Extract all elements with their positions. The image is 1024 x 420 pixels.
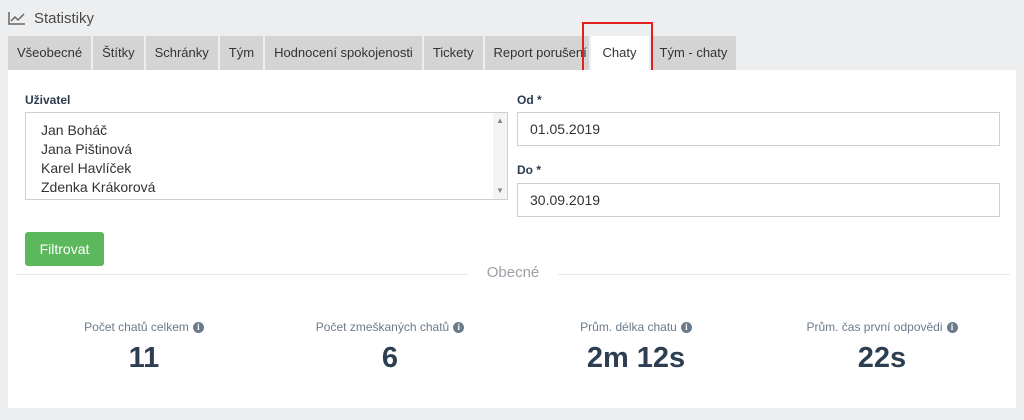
filter-panel: Uživatel Jan Boháč Jana Pištinová Karel … [8, 70, 1016, 408]
stat-label-text: Prům. délka chatu [580, 320, 677, 334]
tab-bar: Všeobecné Štítky Schránky Tým Hodnocení … [8, 36, 738, 70]
tab-hodnoceni-spokojenosti[interactable]: Hodnocení spokojenosti [265, 36, 422, 70]
info-icon[interactable]: i [946, 321, 958, 333]
info-icon[interactable]: i [192, 321, 204, 333]
page-header: Statistiky [8, 7, 94, 29]
scroll-down-icon[interactable]: ▼ [496, 187, 504, 195]
stat-total-chats: Počet chatů celkem i 11 [18, 318, 270, 375]
from-date-input[interactable]: 01.05.2019 [517, 112, 1000, 146]
to-label: Do * [517, 163, 541, 177]
tab-tym-chaty[interactable]: Tým - chaty [650, 36, 737, 70]
stat-value: 22s [857, 342, 907, 374]
tab-schranky[interactable]: Schránky [145, 36, 218, 70]
page-title: Statistiky [34, 9, 95, 27]
section-title: Obecné [486, 264, 540, 281]
stat-label: Počet zmeškaných chatů i [315, 320, 465, 334]
stat-label-text: Počet zmeškaných chatů [315, 320, 450, 334]
list-item[interactable]: Jan Boháč [41, 122, 107, 138]
stat-label-text: Prům. čas první odpovědi [806, 320, 943, 334]
stat-avg-first-response: Prům. čas první odpovědi i 22s [756, 318, 1008, 375]
stat-label: Prům. délka chatu i [580, 320, 692, 334]
stat-label: Prům. čas první odpovědi i [806, 320, 958, 334]
to-date-input[interactable]: 30.09.2019 [517, 183, 1000, 217]
user-label: Uživatel [25, 93, 71, 107]
user-listbox[interactable]: Jan Boháč Jana Pištinová Karel Havlíček … [25, 112, 508, 200]
info-icon[interactable]: i [453, 321, 465, 333]
scroll-up-icon[interactable]: ▲ [496, 117, 504, 125]
stat-label-text: Počet chatů celkem [84, 320, 189, 334]
listbox-scrollbar[interactable]: ▲ ▼ [493, 113, 507, 199]
tab-tym[interactable]: Tým [219, 36, 264, 70]
tab-report-poruseni[interactable]: Report porušení [484, 36, 589, 70]
tab-vseobecne[interactable]: Všeobecné [8, 36, 92, 70]
tab-stitky[interactable]: Štítky [93, 36, 144, 70]
stat-label: Počet chatů celkem i [84, 320, 204, 334]
stat-value: 11 [128, 342, 160, 374]
line-chart-icon [8, 11, 26, 25]
stat-value: 2m 12s [586, 342, 686, 374]
filter-button[interactable]: Filtrovat [25, 232, 104, 266]
divider-left [16, 274, 468, 275]
stat-value: 6 [381, 342, 399, 374]
from-label: Od * [517, 93, 542, 107]
tab-tickety[interactable]: Tickety [423, 36, 483, 70]
stat-avg-chat-length: Prům. délka chatu i 2m 12s [510, 318, 762, 375]
tab-chaty[interactable]: Chaty [590, 36, 649, 70]
list-item[interactable]: Jana Pištinová [41, 141, 132, 157]
info-icon[interactable]: i [680, 321, 692, 333]
list-item[interactable]: Karel Havlíček [41, 160, 131, 176]
list-item[interactable]: Zdenka Krákorová [41, 179, 155, 195]
stat-missed-chats: Počet zmeškaných chatů i 6 [264, 318, 516, 375]
divider-right [558, 274, 1010, 275]
